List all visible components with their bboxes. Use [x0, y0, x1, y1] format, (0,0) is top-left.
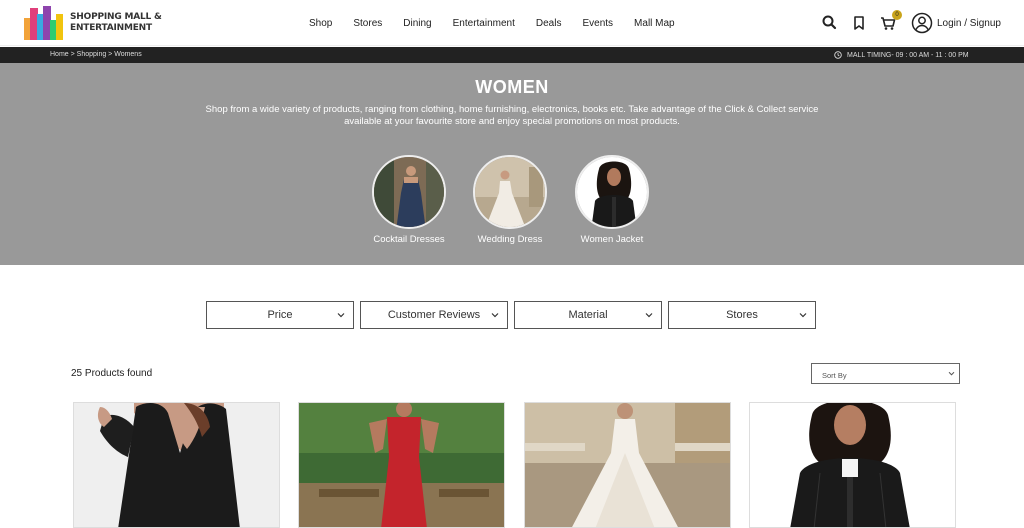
customer-reviews-filter[interactable]: Customer Reviews	[360, 301, 508, 329]
category-hero: WOMEN Shop from a wide variety of produc…	[0, 63, 1024, 265]
search-icon[interactable]	[820, 13, 840, 33]
mall-timing: MALL TIMING- 09 : 00 AM - 11 : 00 PM	[847, 51, 969, 59]
chevron-down-icon	[645, 313, 653, 318]
category-cocktail-dresses[interactable]: Cocktail Dresses	[364, 155, 454, 245]
login-label: Login / Signup	[937, 17, 1001, 29]
nav-events[interactable]: Events	[582, 18, 613, 29]
cart-icon[interactable]: 0	[878, 10, 902, 33]
category-label: Women Jacket	[580, 234, 644, 245]
material-filter[interactable]: Material	[514, 301, 662, 329]
product-image	[74, 403, 279, 527]
breadcrumb: Home > Shopping > Womens	[50, 51, 142, 58]
category-label: Cocktail Dresses	[373, 234, 445, 245]
product-image	[525, 403, 730, 527]
cocktail-dress-image	[372, 155, 446, 229]
city-skyline-logo-icon	[24, 6, 64, 40]
chevron-down-icon	[337, 313, 345, 318]
logo-line-1: SHOPPING MALL &	[70, 12, 162, 22]
filter-label: Stores	[726, 309, 758, 321]
women-jacket-image	[575, 155, 649, 229]
product-card[interactable]	[73, 402, 280, 528]
nav-dining[interactable]: Dining	[403, 18, 431, 29]
price-filter[interactable]: Price	[206, 301, 354, 329]
nav-deals[interactable]: Deals	[536, 18, 562, 29]
nav-entertainment[interactable]: Entertainment	[453, 18, 515, 29]
wedding-dress-image	[473, 155, 547, 229]
login-signup-button[interactable]: Login / Signup	[911, 12, 1001, 34]
products-found-count: 25 Products found	[71, 368, 153, 379]
logo-line-2: ENTERTAINMENT	[70, 23, 152, 33]
product-card[interactable]	[749, 402, 956, 528]
category-women-jacket[interactable]: Women Jacket	[567, 155, 657, 245]
nav-shop[interactable]: Shop	[309, 18, 332, 29]
filter-bar: Price Customer Reviews Material Stores	[206, 301, 822, 329]
sort-by-label: Sort By	[822, 371, 847, 380]
chevron-down-icon	[491, 313, 499, 318]
filter-label: Material	[568, 309, 608, 321]
sort-by-select[interactable]: Sort By	[811, 363, 960, 384]
product-card[interactable]	[298, 402, 505, 528]
filter-label: Customer Reviews	[387, 309, 481, 321]
cart-count-badge: 0	[892, 10, 902, 20]
info-bar: Home > Shopping > Womens MALL TIMING- 09…	[0, 47, 1024, 63]
hero-description: Shop from a wide variety of products, ra…	[205, 104, 819, 127]
bookmark-icon[interactable]	[849, 13, 869, 33]
user-icon	[911, 12, 933, 34]
filter-label: Price	[267, 309, 293, 321]
product-image	[299, 403, 504, 527]
nav-stores[interactable]: Stores	[353, 18, 382, 29]
page-title: WOMEN	[475, 77, 549, 97]
logo[interactable]: SHOPPING MALL & ENTERTAINMENT	[24, 6, 162, 40]
site-header: SHOPPING MALL & ENTERTAINMENT Shop Store…	[0, 0, 1024, 46]
product-image	[750, 403, 955, 527]
chevron-down-icon	[948, 371, 955, 376]
product-card[interactable]	[524, 402, 731, 528]
category-label: Wedding Dress	[477, 234, 543, 245]
category-wedding-dress[interactable]: Wedding Dress	[465, 155, 555, 245]
main-nav: Shop Stores Dining Entertainment Deals E…	[300, 0, 696, 46]
chevron-down-icon	[799, 313, 807, 318]
nav-mall-map[interactable]: Mall Map	[634, 18, 675, 29]
clock-icon	[834, 51, 842, 59]
stores-filter[interactable]: Stores	[668, 301, 816, 329]
